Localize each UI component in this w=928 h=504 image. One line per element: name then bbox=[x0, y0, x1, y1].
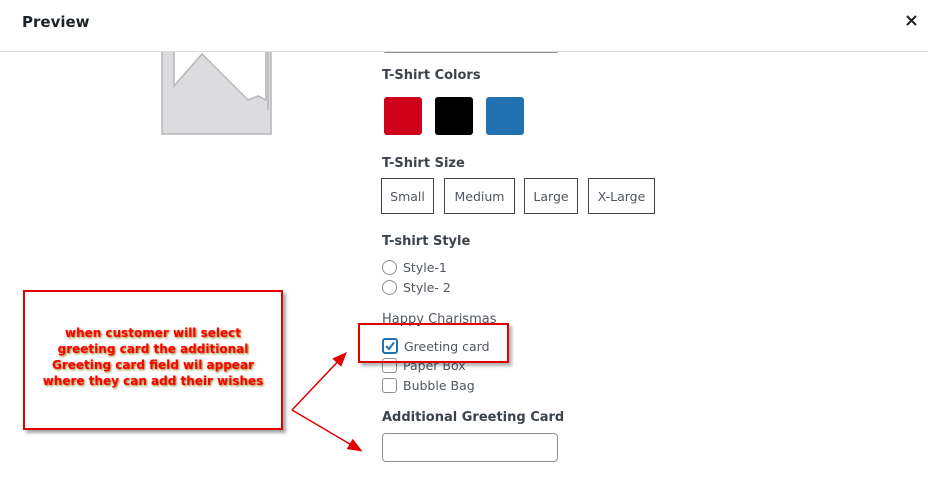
annotation-line: Greeting card field wil appear bbox=[52, 358, 254, 372]
annotation-line: where they can add their wishes bbox=[42, 374, 264, 388]
radio-button[interactable] bbox=[382, 260, 397, 275]
annotation-line: when customer will select bbox=[64, 326, 241, 340]
colors-label: T-Shirt Colors bbox=[382, 68, 481, 83]
annotation-line: greeting card the additional bbox=[57, 342, 249, 356]
annotation-text: when customer will select greeting card … bbox=[43, 325, 264, 389]
size-button-large[interactable]: Large bbox=[524, 178, 578, 214]
greeting-field-label: Additional Greeting Card bbox=[382, 410, 565, 425]
size-button-x-large[interactable]: X-Large bbox=[588, 178, 655, 214]
style-option-label: Style-1 bbox=[403, 260, 447, 275]
arrow-to-checkbox bbox=[291, 351, 348, 411]
annotation-highlight-box bbox=[358, 323, 509, 363]
color-swatch-red[interactable] bbox=[384, 97, 422, 135]
size-button-medium[interactable]: Medium bbox=[444, 178, 515, 214]
modal-title: Preview bbox=[22, 13, 90, 31]
close-icon[interactable] bbox=[903, 12, 921, 30]
modal-header: Preview bbox=[0, 0, 928, 52]
greeting-card-input[interactable] bbox=[382, 433, 558, 462]
gift-option-bubble-bag[interactable]: Bubble Bag bbox=[382, 378, 475, 393]
arrow-to-input bbox=[291, 409, 363, 452]
style-option-label: Style- 2 bbox=[403, 280, 451, 295]
style-option-2[interactable]: Style- 2 bbox=[382, 280, 451, 295]
sizes-label: T-Shirt Size bbox=[382, 156, 465, 171]
size-button-small[interactable]: Small bbox=[381, 178, 434, 214]
color-swatch-black[interactable] bbox=[435, 97, 473, 135]
style-option-1[interactable]: Style-1 bbox=[382, 260, 447, 275]
color-swatch-blue[interactable] bbox=[486, 97, 524, 135]
radio-button[interactable] bbox=[382, 280, 397, 295]
annotation-callout: when customer will select greeting card … bbox=[23, 290, 283, 430]
gift-option-label: Bubble Bag bbox=[403, 378, 475, 393]
checkbox[interactable] bbox=[382, 378, 397, 393]
style-label: T-shirt Style bbox=[382, 234, 471, 249]
